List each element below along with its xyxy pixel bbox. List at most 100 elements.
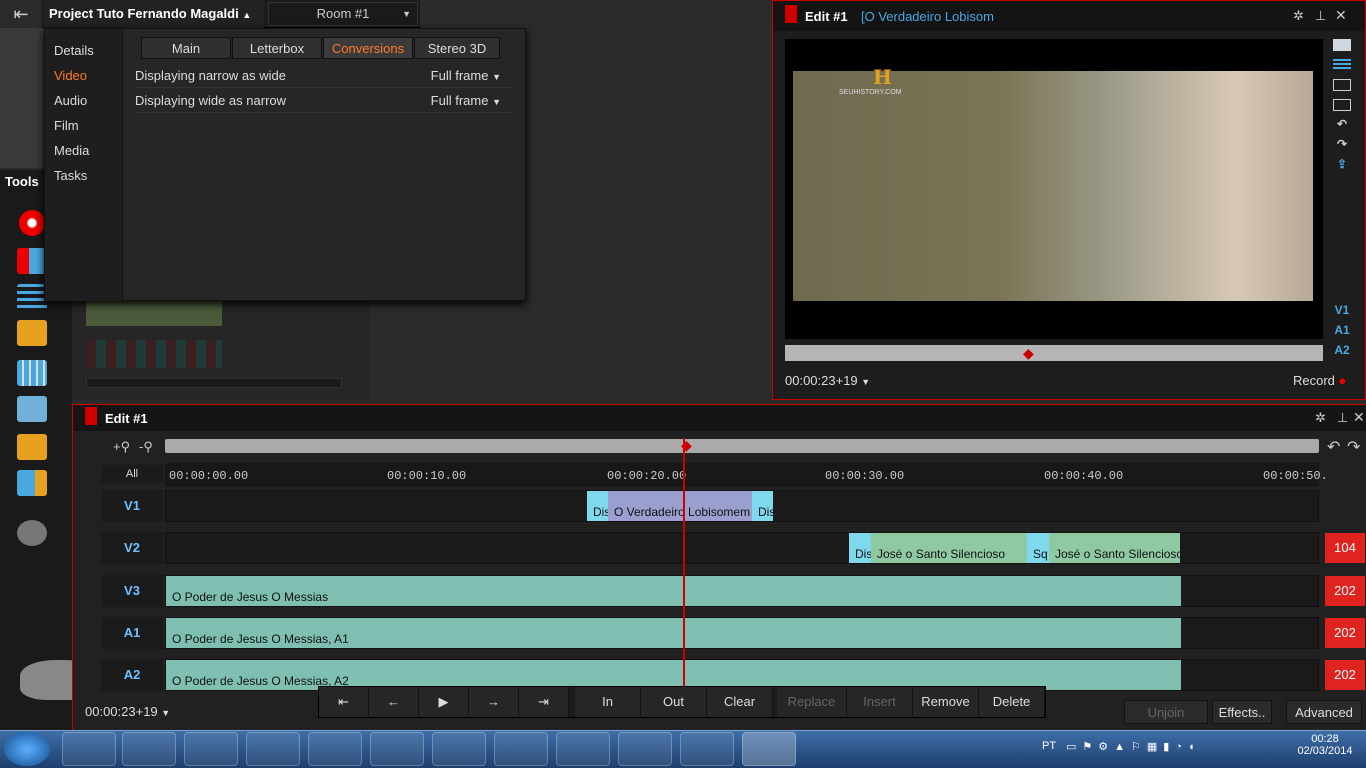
viewer-scrubber[interactable]: ◆ [785,345,1323,361]
gear-icon[interactable]: ✲ [1315,410,1326,426]
track-header-v1[interactable]: V1 [101,490,163,522]
nav-details[interactable]: Details [54,43,94,58]
clock[interactable]: 00:28 02/03/2014 [1288,733,1362,757]
go-to-end-icon[interactable]: ⇥ [519,687,569,717]
nav-video[interactable]: Video [54,68,87,83]
step-forward-icon[interactable]: → [469,687,519,717]
viewer-timecode[interactable]: 00:00:23+19 ▼ [785,373,870,388]
start-button-icon[interactable] [4,732,50,766]
redo-icon[interactable]: ↷ [1333,137,1351,151]
play-icon[interactable]: ▶ [419,687,469,717]
pin-icon[interactable]: ⊥ [1315,8,1326,24]
effects-button[interactable]: Effects.. [1212,700,1272,724]
playhead[interactable] [683,438,685,690]
clear-button[interactable]: Clear [707,687,773,717]
import-tool-icon[interactable] [17,248,47,274]
audio-clip[interactable]: O Poder de Jesus O Messias, A1 [166,618,1181,648]
record-button[interactable]: Record ● [1293,373,1346,388]
bin-thumbnail[interactable] [86,340,222,368]
transition-clip[interactable]: Dis [849,533,871,563]
transition-clip[interactable]: Dis [752,491,773,521]
layers-tool-icon[interactable] [17,396,47,422]
replace-button[interactable]: Replace [777,687,847,717]
app-icon[interactable] [432,732,486,766]
room-select[interactable]: Room #1 ▼ [268,2,418,26]
grid-tool-icon[interactable] [17,360,47,386]
tab-main[interactable]: Main [141,37,231,59]
language-indicator[interactable]: PT [1042,740,1056,752]
redo-icon[interactable]: ↷ [1347,437,1360,457]
unjoin-button[interactable]: Unjoin [1124,700,1208,724]
video-clip[interactable]: O Verdadeiro Lobisomem [608,491,752,521]
exit-icon[interactable]: ⇤ [0,0,42,28]
search-tool-icon[interactable] [17,320,47,346]
bin-scrollbar[interactable] [86,378,342,388]
video-clip[interactable]: O Poder de Jesus O Messias [166,576,1181,606]
share-tool-icon[interactable] [17,470,47,496]
mark-out-button[interactable]: Out [641,687,707,717]
undo-icon[interactable]: ↶ [1327,437,1340,457]
track-header-a1[interactable]: A1 [101,617,163,649]
row-value-select[interactable]: Full frame ▼ [431,89,501,114]
timeline-tool-icon[interactable] [17,284,47,310]
all-tracks-button[interactable]: All [101,465,163,483]
viewer-fit-icon[interactable] [1333,79,1351,91]
transition-clip[interactable]: Dis [587,491,608,521]
record-tool-icon[interactable] [19,210,45,236]
track-button-a1[interactable]: A1 [1327,323,1357,337]
track-button-a2[interactable]: A2 [1327,343,1357,357]
scrubber-marker[interactable]: ◆ [1023,345,1034,361]
transition-clip[interactable]: Sq [1027,533,1049,563]
zoom-out-icon[interactable]: -⚲ [139,439,153,455]
app-icon[interactable] [680,732,734,766]
go-to-start-icon[interactable]: ⇤ [319,687,369,717]
calculator-icon[interactable] [618,732,672,766]
viewer-tool-icon[interactable] [1333,39,1351,51]
tab-letterbox[interactable]: Letterbox [232,37,322,59]
bin-thumbnail[interactable] [86,300,222,326]
app-icon[interactable] [556,732,610,766]
zoom-in-icon[interactable]: +⚲ [113,439,130,455]
media-player-icon[interactable] [122,732,176,766]
app-icon[interactable] [370,732,424,766]
nav-audio[interactable]: Audio [54,93,87,108]
system-tray-icons[interactable]: ▭⚑⚙▲⚐▦▮◔◖ [1066,740,1276,758]
track-header-a2[interactable]: A2 [101,659,163,691]
viewer-crop-icon[interactable] [1333,99,1351,111]
internet-explorer-icon[interactable] [246,732,300,766]
chrome-icon[interactable] [308,732,362,766]
time-ruler[interactable] [165,463,1319,487]
advanced-button[interactable]: Advanced [1286,700,1362,724]
insert-button[interactable]: Insert [847,687,913,717]
video-clip[interactable]: José o Santo Silencioso [1049,533,1180,563]
track-button-v1[interactable]: V1 [1327,303,1357,317]
delete-button[interactable]: Delete [979,687,1045,717]
tab-conversions[interactable]: Conversions [323,37,413,59]
tab-stereo-3d[interactable]: Stereo 3D [414,37,500,59]
video-frame[interactable]: H SEUHISTORY.COM [785,39,1323,339]
step-back-icon[interactable]: ← [369,687,419,717]
close-icon[interactable]: ✕ [1335,7,1347,24]
nav-media[interactable]: Media [54,143,89,158]
project-name[interactable]: Project Tuto Fernando Magaldi ▲ [44,0,264,28]
timeline-timecode[interactable]: 00:00:23+19 ▼ [85,704,170,719]
media-player-classic-icon[interactable] [184,732,238,766]
remove-button[interactable]: Remove [913,687,979,717]
track-header-v3[interactable]: V3 [101,575,163,607]
gear-icon[interactable]: ✲ [1293,8,1304,24]
lightworks-icon[interactable] [742,732,796,766]
nav-tasks[interactable]: Tasks [54,168,87,183]
video-clip[interactable]: José o Santo Silencioso [871,533,1027,563]
mark-in-button[interactable]: In [575,687,641,717]
upload-icon[interactable]: ⇪ [1333,157,1351,171]
nav-film[interactable]: Film [54,118,79,133]
row-value-select[interactable]: Full frame ▼ [431,64,501,89]
explorer-icon[interactable] [62,732,116,766]
viewer-list-icon[interactable] [1333,59,1351,71]
app-icon[interactable] [494,732,548,766]
undo-icon[interactable]: ↶ [1333,117,1351,131]
export-tool-icon[interactable] [17,434,47,460]
track-header-v2[interactable]: V2 [101,532,163,564]
timeline-scrollbar[interactable]: ◆ [165,437,1319,453]
settings-user-icon[interactable] [17,520,47,546]
